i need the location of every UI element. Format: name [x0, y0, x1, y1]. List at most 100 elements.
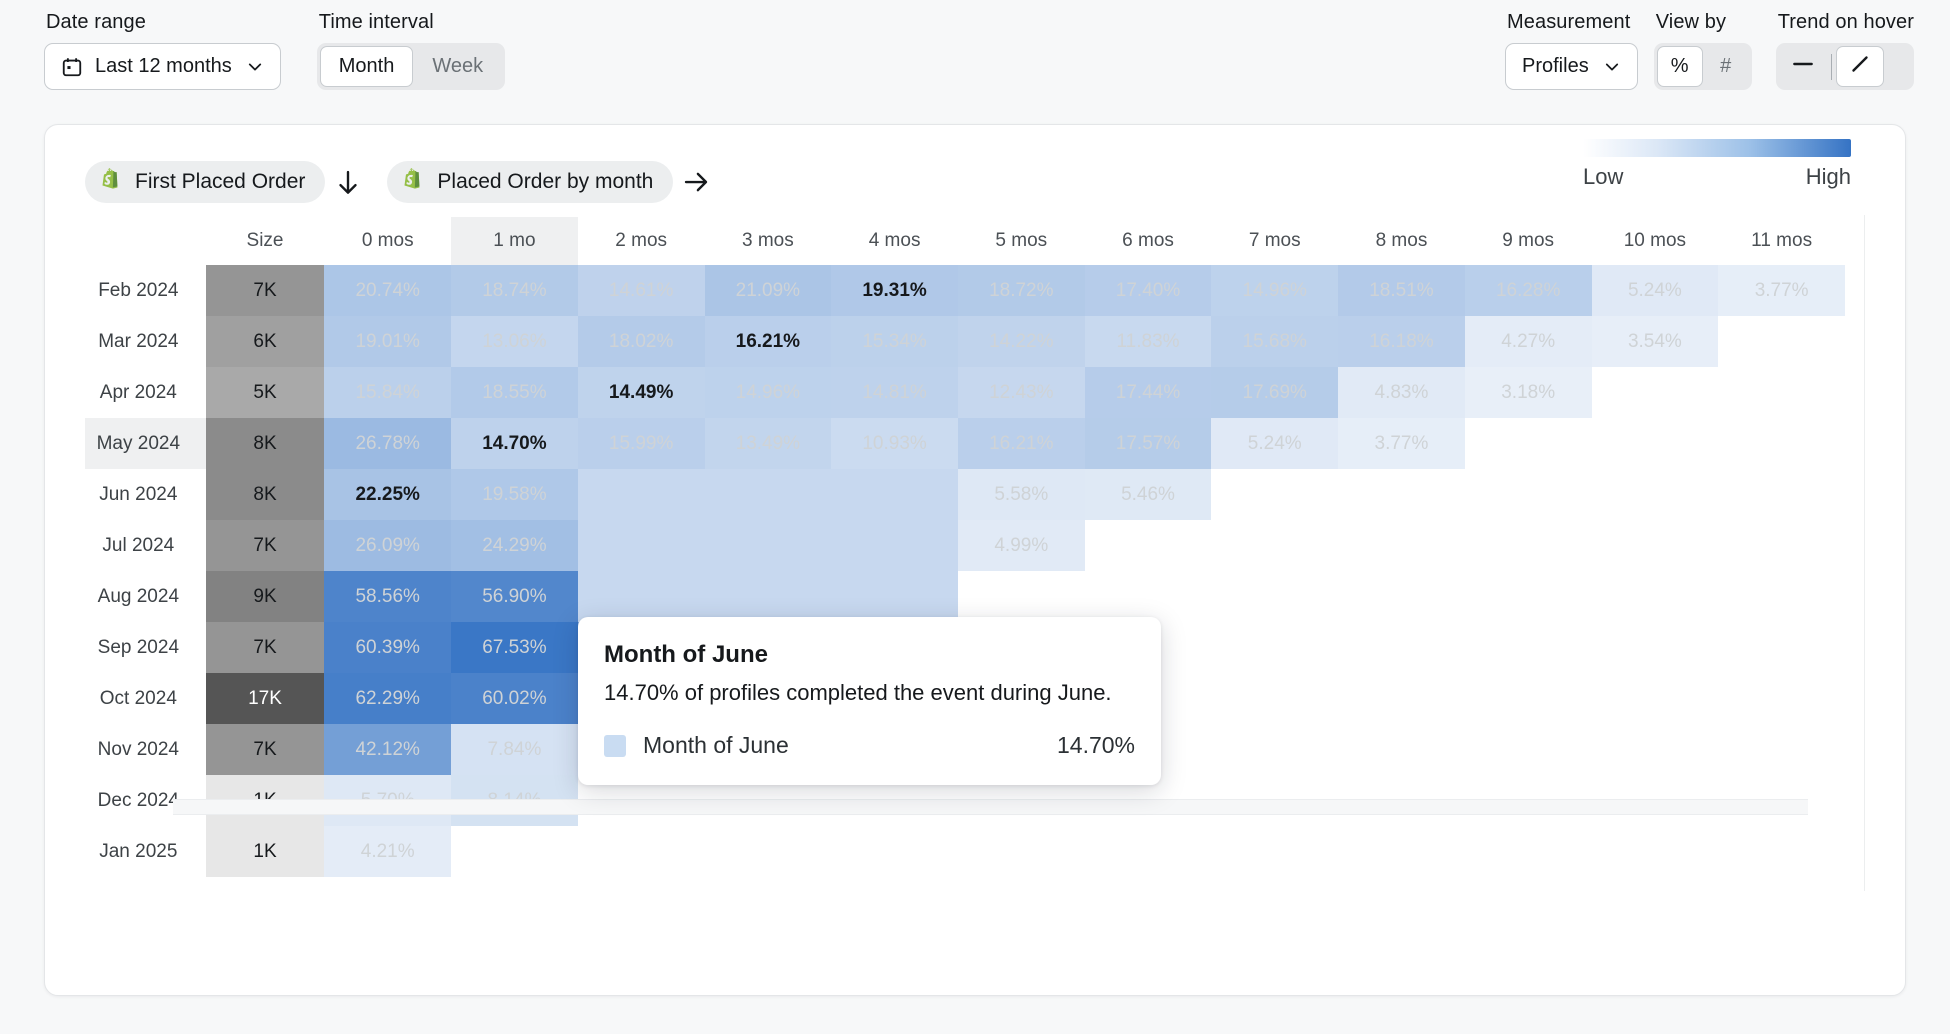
heatmap-cell[interactable]: 4.21%	[324, 826, 451, 877]
header-month-7[interactable]: 7 mos	[1211, 217, 1338, 265]
table-row[interactable]: May 20248K26.78%14.70%15.99%13.49%10.93%…	[85, 418, 1845, 469]
header-month-11[interactable]: 11 mos	[1718, 217, 1845, 265]
heatmap-cell[interactable]: 17.57%	[1085, 418, 1212, 469]
heatmap-cell[interactable]: 21.09%	[705, 265, 832, 316]
heatmap-cell[interactable]: 11.83%	[1085, 316, 1212, 367]
heatmap-cell[interactable]: 19.31%	[831, 265, 958, 316]
cohort-size-cell[interactable]: 1K	[206, 826, 325, 877]
table-row[interactable]: Apr 20245K15.84%18.55%14.49%14.96%14.81%…	[85, 367, 1845, 418]
heatmap-cell[interactable]: 26.78%	[324, 418, 451, 469]
cohort-size-cell[interactable]: 7K	[206, 622, 325, 673]
heatmap-cell[interactable]: 14.61%	[578, 265, 705, 316]
cohort-size-cell[interactable]: 8K	[206, 469, 325, 520]
cohort-size-cell[interactable]: 7K	[206, 520, 325, 571]
heatmap-cell[interactable]: 14.96%	[705, 367, 832, 418]
header-month-2[interactable]: 2 mos	[578, 217, 705, 265]
time-interval-option-month[interactable]: Month	[320, 46, 414, 87]
heatmap-cell[interactable]: 18.02%	[578, 316, 705, 367]
heatmap-cell[interactable]: 18.72%	[958, 265, 1085, 316]
heatmap-cell[interactable]: 58.56%	[324, 571, 451, 622]
heatmap-cell[interactable]: 4.27%	[1465, 316, 1592, 367]
heatmap-cell[interactable]: 14.81%	[831, 367, 958, 418]
heatmap-cell[interactable]: 19.01%	[324, 316, 451, 367]
chip-first-placed-order[interactable]: First Placed Order	[85, 161, 325, 203]
header-month-3[interactable]: 3 mos	[705, 217, 832, 265]
heatmap-cell[interactable]: 14.96%	[1211, 265, 1338, 316]
heatmap-cell[interactable]: 56.90%	[451, 571, 578, 622]
cohort-size-cell[interactable]: 5K	[206, 367, 325, 418]
heatmap-cell[interactable]: 14.22%	[958, 316, 1085, 367]
trend-option-row[interactable]	[1779, 46, 1827, 87]
heatmap-cell[interactable]: 60.39%	[324, 622, 451, 673]
table-row[interactable]: Jan 20251K4.21%	[85, 826, 1845, 877]
heatmap-cell[interactable]: 5.58%	[958, 469, 1085, 520]
table-row[interactable]: Aug 20249K58.56%56.90%	[85, 571, 1845, 622]
cohort-size-cell[interactable]: 9K	[206, 571, 325, 622]
heatmap-cell[interactable]: 16.18%	[1338, 316, 1465, 367]
heatmap-cell[interactable]: 62.29%	[324, 673, 451, 724]
heatmap-cell[interactable]: 42.12%	[324, 724, 451, 775]
header-month-10[interactable]: 10 mos	[1592, 217, 1719, 265]
heatmap-cell[interactable]: 3.77%	[1338, 418, 1465, 469]
measurement-select[interactable]: Profiles	[1505, 43, 1638, 90]
header-month-6[interactable]: 6 mos	[1085, 217, 1212, 265]
date-range-select[interactable]: Last 12 months	[44, 43, 281, 90]
view-by-option-count[interactable]: #	[1703, 46, 1749, 87]
header-month-9[interactable]: 9 mos	[1465, 217, 1592, 265]
heatmap-cell[interactable]: 20.74%	[324, 265, 451, 316]
heatmap-cell[interactable]: 3.18%	[1465, 367, 1592, 418]
heatmap-cell[interactable]: 22.25%	[324, 469, 451, 520]
heatmap-cell[interactable]: 26.09%	[324, 520, 451, 571]
heatmap-cell[interactable]: 13.49%	[705, 418, 832, 469]
heatmap-cell[interactable]: 5.24%	[1211, 418, 1338, 469]
heatmap-cell[interactable]: 14.49%	[578, 367, 705, 418]
chip-placed-order-by-month[interactable]: Placed Order by month	[387, 161, 673, 203]
heatmap-cell[interactable]: 13.06%	[451, 316, 578, 367]
heatmap-cell[interactable]: 15.68%	[1211, 316, 1338, 367]
heatmap-cell[interactable]: 60.02%	[451, 673, 578, 724]
table-row[interactable]: Feb 20247K20.74%18.74%14.61%21.09%19.31%…	[85, 265, 1845, 316]
heatmap-cell[interactable]: 12.43%	[958, 367, 1085, 418]
heatmap-cell[interactable]: 17.44%	[1085, 367, 1212, 418]
table-row[interactable]: Mar 20246K19.01%13.06%18.02%16.21%15.34%…	[85, 316, 1845, 367]
heatmap-cell[interactable]: 5.46%	[1085, 469, 1212, 520]
header-month-0[interactable]: 0 mos	[324, 217, 451, 265]
cohort-size-cell[interactable]: 17K	[206, 673, 325, 724]
heatmap-cell[interactable]: 14.70%	[451, 418, 578, 469]
heatmap-cell[interactable]: 15.84%	[324, 367, 451, 418]
heatmap-cell[interactable]: 15.99%	[578, 418, 705, 469]
heatmap-cell[interactable]: 19.58%	[451, 469, 578, 520]
cohort-size-cell[interactable]: 8K	[206, 418, 325, 469]
heatmap-cell[interactable]: 18.55%	[451, 367, 578, 418]
header-month-5[interactable]: 5 mos	[958, 217, 1085, 265]
cohort-size-cell[interactable]: 7K	[206, 265, 325, 316]
heatmap-cell[interactable]: 18.51%	[1338, 265, 1465, 316]
trend-option-diagonal[interactable]	[1836, 46, 1884, 87]
header-month-1[interactable]: 1 mo	[451, 217, 578, 265]
heatmap-cell[interactable]: 67.53%	[451, 622, 578, 673]
horizontal-scrollbar[interactable]	[173, 799, 1808, 815]
heatmap-cell[interactable]: 15.34%	[831, 316, 958, 367]
heatmap-cell[interactable]: 3.77%	[1718, 265, 1845, 316]
table-row[interactable]: Jun 20248K22.25%19.58%5.58%5.46%	[85, 469, 1845, 520]
heatmap-cell[interactable]: 7.84%	[451, 724, 578, 775]
heatmap-cell[interactable]: 16.28%	[1465, 265, 1592, 316]
heatmap-cell[interactable]: 17.40%	[1085, 265, 1212, 316]
header-month-4[interactable]: 4 mos	[831, 217, 958, 265]
heatmap-cell[interactable]: 17.69%	[1211, 367, 1338, 418]
heatmap-cell[interactable]: 5.24%	[1592, 265, 1719, 316]
heatmap-cell[interactable]: 10.93%	[831, 418, 958, 469]
heatmap-cell[interactable]: 3.54%	[1592, 316, 1719, 367]
time-interval-option-week[interactable]: Week	[413, 46, 502, 87]
heatmap-cell[interactable]: 4.83%	[1338, 367, 1465, 418]
cohort-size-cell[interactable]: 7K	[206, 724, 325, 775]
heatmap-cell[interactable]: 4.99%	[958, 520, 1085, 571]
view-by-option-percent[interactable]: %	[1657, 46, 1703, 87]
cohort-size-cell[interactable]: 6K	[206, 316, 325, 367]
table-row[interactable]: Jul 20247K26.09%24.29%4.99%	[85, 520, 1845, 571]
heatmap-cell[interactable]: 16.21%	[958, 418, 1085, 469]
heatmap-cell[interactable]: 18.74%	[451, 265, 578, 316]
header-month-8[interactable]: 8 mos	[1338, 217, 1465, 265]
heatmap-cell[interactable]: 16.21%	[705, 316, 832, 367]
heatmap-cell[interactable]: 24.29%	[451, 520, 578, 571]
